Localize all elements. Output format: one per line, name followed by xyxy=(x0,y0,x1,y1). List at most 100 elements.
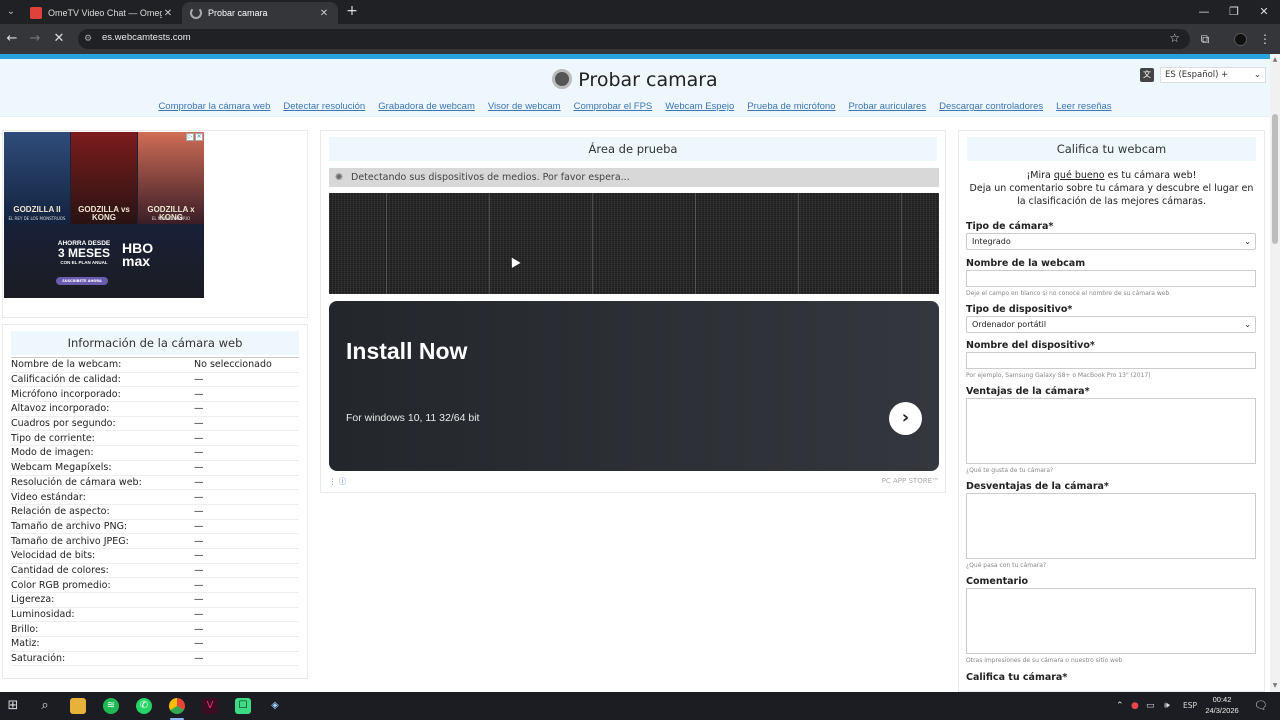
tab-search-icon[interactable]: ⌄ xyxy=(0,0,22,24)
scroll-down-icon[interactable]: ▼ xyxy=(1271,682,1279,690)
language-select[interactable]: ES (Español) + ⌄ xyxy=(1160,67,1266,83)
table-row: Altavoz incorporado: — xyxy=(11,402,299,417)
restore-icon[interactable]: ❐ xyxy=(1218,0,1250,24)
new-tab-icon[interactable]: + xyxy=(344,3,360,19)
nav-link[interactable]: Detectar resolución xyxy=(283,101,365,112)
notifications-icon[interactable]: 🗨 xyxy=(1254,698,1268,714)
search-icon[interactable]: ⌕ xyxy=(37,698,53,714)
hbo-max-ad[interactable]: GODZILLA II EL REY DE LOS MONSTRUOS GODZ… xyxy=(4,132,204,298)
nav-link[interactable]: Comprobar el FPS xyxy=(574,101,653,112)
info-value: — xyxy=(194,447,204,459)
tray-app-icon[interactable]: ● xyxy=(1131,698,1139,714)
rate-webcam-panel: Califica tu webcam ¡Mira qué bueno es tu… xyxy=(958,130,1265,692)
language-selector[interactable]: 文 ES (Español) + ⌄ xyxy=(1140,67,1266,83)
info-value: — xyxy=(194,579,204,591)
minimize-icon[interactable]: — xyxy=(1188,0,1220,24)
ad-choices[interactable]: ▷ ✕ xyxy=(186,133,203,141)
ad-poster: GODZILLA x KONG EL NUEVO IMPERIO xyxy=(138,132,204,224)
close-tab-icon[interactable]: ✕ xyxy=(318,8,330,19)
site-info-icon[interactable]: ⚙ xyxy=(84,33,96,45)
promo-line: 3 MESES xyxy=(57,246,111,260)
webcam-name-input[interactable] xyxy=(966,270,1256,287)
site-header: Probar camara 文 ES (Español) + ⌄ Comproba… xyxy=(0,59,1270,117)
ad-info-icon[interactable]: ⋮ ⓘ xyxy=(329,477,346,486)
ad-cta-button[interactable]: SUSCRÍBETE AHORA xyxy=(56,277,108,285)
address-bar[interactable]: ⚙ es.webcamtests.com ☆ xyxy=(78,29,1190,49)
table-row: Nombre de la webcam: No seleccionado xyxy=(11,358,299,373)
device-name-input[interactable] xyxy=(966,352,1256,369)
close-ad-icon[interactable]: ✕ xyxy=(195,133,203,141)
device-name-label: Nombre del dispositivo* xyxy=(966,340,1095,351)
android-emulator-icon[interactable]: ☐ xyxy=(235,698,251,714)
input-language[interactable]: ESP xyxy=(1183,698,1197,714)
intro-text: es tu cámara web! xyxy=(1104,170,1197,181)
adchoices-icon[interactable]: ▷ xyxy=(186,133,194,141)
field-hint: Otras impresiones de su cámara o nuestro… xyxy=(966,657,1123,664)
promo-line: CON EL PLAN ANUAL xyxy=(60,259,108,265)
nav-link[interactable]: Grabadora de webcam xyxy=(378,101,475,112)
webcam-preview[interactable] xyxy=(329,193,939,294)
windows-taskbar: ⊞ ⌕ ≋ ✆ V ☐ ◈ ⌃ ● ▭ 🕪 ESP 00:42 24/3/202… xyxy=(0,692,1280,720)
windows-start-icon[interactable]: ⊞ xyxy=(5,698,21,714)
info-value: — xyxy=(194,564,204,576)
nav-link[interactable]: Descargar controladores xyxy=(939,101,1043,112)
nav-link[interactable]: Leer reseñas xyxy=(1056,101,1111,112)
chevron-right-icon[interactable]: › xyxy=(889,402,922,435)
nav-link[interactable]: Prueba de micrófono xyxy=(747,101,835,112)
info-value: — xyxy=(194,653,204,665)
nav-link[interactable]: Comprobar la cámara web xyxy=(158,101,270,112)
info-key: Tipo de corriente: xyxy=(11,432,95,444)
menu-icon[interactable]: ⋮ xyxy=(1257,31,1273,47)
stop-loading-icon[interactable]: ✕ xyxy=(51,31,67,47)
show-hidden-icons-icon[interactable]: ⌃ xyxy=(1116,698,1124,714)
forward-icon[interactable]: → xyxy=(27,31,43,47)
status-message: ✺ Detectando sus dispositivos de medios. … xyxy=(329,168,939,187)
back-icon[interactable]: ← xyxy=(4,31,20,47)
tab-probar-camara[interactable]: Probar camara ✕ xyxy=(182,2,338,24)
steam-icon[interactable]: ◈ xyxy=(267,698,283,714)
translate-icon: 文 xyxy=(1140,68,1154,82)
rate-intro: ¡Mira qué bueno es tu cámara web! Deja u… xyxy=(967,169,1256,208)
nav-link[interactable]: Webcam Espejo xyxy=(665,101,734,112)
tab-ometv[interactable]: OmeTV Video Chat — Omegle ✕ xyxy=(22,2,182,24)
loading-favicon-icon xyxy=(190,7,202,19)
pros-textarea[interactable] xyxy=(966,398,1256,464)
info-key: Nombre de la webcam: xyxy=(11,359,122,371)
system-clock[interactable]: 00:42 24/3/2026 xyxy=(1200,694,1244,716)
intro-link[interactable]: qué bueno xyxy=(1054,170,1105,181)
left-ad-panel: GODZILLA II EL REY DE LOS MONSTRUOS GODZ… xyxy=(2,130,308,318)
device-type-select[interactable]: Ordenador portátil ⌄ xyxy=(966,316,1256,333)
install-ad[interactable]: Install Now For windows 10, 11 32/64 bit… xyxy=(329,301,939,471)
spotify-icon[interactable]: ≋ xyxy=(103,698,119,714)
comment-textarea[interactable] xyxy=(966,588,1256,654)
poster-subtitle: EL REY DE LOS MONSTRUOS xyxy=(8,216,66,221)
clock-time: 00:42 xyxy=(1212,695,1232,704)
cons-textarea[interactable] xyxy=(966,493,1256,559)
field-hint: ¿Qué pasa con tu cámara? xyxy=(966,562,1047,569)
extensions-icon[interactable]: ⧉ xyxy=(1197,31,1213,47)
vegas-icon[interactable]: V xyxy=(202,698,218,714)
scroll-up-icon[interactable]: ▲ xyxy=(1271,56,1279,64)
info-key: Calificación de calidad: xyxy=(11,374,121,386)
file-explorer-icon[interactable] xyxy=(70,698,86,714)
ad-poster: GODZILLA vs KONG xyxy=(71,132,137,224)
scrollbar-thumb[interactable] xyxy=(1272,114,1278,244)
info-value: — xyxy=(194,462,204,474)
info-key: Brillo: xyxy=(11,623,39,635)
page-scrollbar[interactable]: ▲ ▼ xyxy=(1270,54,1280,692)
table-row: Resolución de cámara web: — xyxy=(11,476,299,491)
camera-type-select[interactable]: Integrado ⌄ xyxy=(966,233,1256,250)
nav-link[interactable]: Probar auriculares xyxy=(848,101,926,112)
webcam-info-panel: Información de la cámara web Nombre de l… xyxy=(2,324,308,679)
close-tab-icon[interactable]: ✕ xyxy=(162,8,174,19)
close-window-icon[interactable]: ✕ xyxy=(1248,0,1280,24)
bookmark-star-icon[interactable]: ☆ xyxy=(1169,31,1180,45)
chrome-icon[interactable] xyxy=(169,698,185,714)
profile-avatar[interactable] xyxy=(1234,33,1247,46)
nav-link[interactable]: Visor de webcam xyxy=(488,101,561,112)
url-text[interactable]: es.webcamtests.com xyxy=(102,32,191,43)
volume-icon[interactable]: 🕪 xyxy=(1164,698,1170,714)
whatsapp-icon[interactable]: ✆ xyxy=(136,698,152,714)
hbo-max-logo: HBO max xyxy=(122,240,154,270)
network-icon[interactable]: ▭ xyxy=(1146,698,1155,714)
